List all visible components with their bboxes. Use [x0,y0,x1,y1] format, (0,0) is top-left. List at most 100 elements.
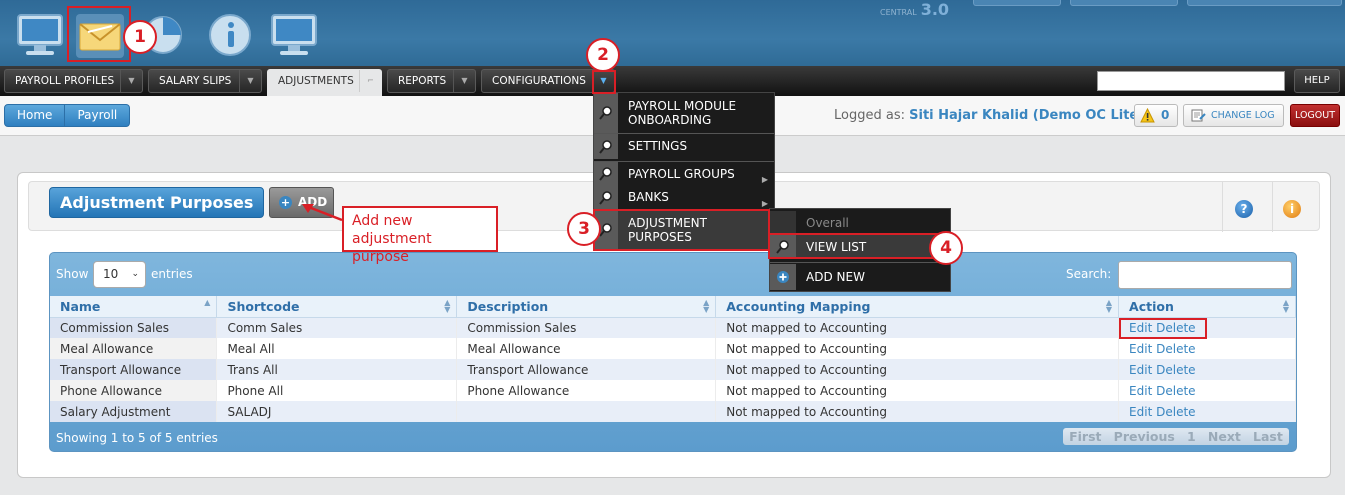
pager-first[interactable]: First [1069,428,1101,445]
tab-adjustments[interactable]: ADJUSTMENTS ⌐ [267,69,382,96]
cell-mapping: Not mapped to Accounting [715,338,1120,359]
cell-action: Edit Delete [1118,338,1296,359]
document-edit-icon [1191,109,1206,122]
cell-name: Commission Sales [50,317,218,338]
column-header-shortcode[interactable]: Shortcode ▲ ▼ [216,296,458,318]
help-button[interactable]: HELP [1294,69,1340,93]
step-badge: 2 [586,38,620,72]
edit-link[interactable]: Edit [1129,363,1152,377]
cell-name: Transport Allowance [50,359,218,380]
tab-reports[interactable]: REPORTS ▼ [387,69,476,93]
table-header-row: Name ▲ Shortcode ▲ ▼ Description ▲ ▼ Accounti… [50,296,1296,318]
info-icon[interactable] [202,7,258,59]
table-row: Commission Sales Comm Sales Commission S… [50,317,1296,338]
table-row: Phone Allowance Phone All Phone Allowanc… [50,380,1296,401]
menu-item-add-new[interactable]: ADD NEW [770,264,950,290]
tab-label: REPORTS [398,75,447,87]
tab-salary-slips[interactable]: SALARY SLIPS ▼ [148,69,262,93]
logout-button[interactable]: LOGOUT [1290,104,1340,127]
menu-item-label: BANKS [628,190,669,204]
pager-last[interactable]: Last [1253,428,1283,445]
delete-link[interactable]: Delete [1156,384,1195,398]
question-icon[interactable]: ? [1235,200,1253,218]
delete-link[interactable]: Delete [1156,405,1195,419]
cell-action: Edit Delete [1118,359,1296,380]
nav-search-input[interactable] [1097,71,1285,91]
sort-asc-icon: ▲ [204,298,211,307]
change-log-button[interactable]: CHANGE LOG [1183,104,1284,127]
pager-page[interactable]: 1 [1187,428,1196,445]
search-label: Search: [1066,267,1112,281]
header-button[interactable] [1070,0,1178,6]
delete-link[interactable]: Delete [1156,363,1195,377]
warning-button[interactable]: 0 [1134,104,1178,127]
tab-label: SALARY SLIPS [159,75,232,87]
breadcrumb-home[interactable]: Home [4,104,66,127]
cell-action: Edit Delete [1118,380,1296,401]
column-header-accounting-mapping[interactable]: Accounting Mapping ▲ ▼ [715,296,1120,318]
cell-description: Phone Allowance [456,380,717,401]
warning-count: 0 [1161,108,1170,122]
show-label: Show [56,267,89,281]
menu-item-label: PAYROLL MODULE ONBOARDING [628,99,737,127]
cell-mapping: Not mapped to Accounting [715,359,1120,380]
magnifier-icon [594,134,618,159]
edit-link[interactable]: Edit [1129,384,1152,398]
table-info: Showing 1 to 5 of 5 entries [56,431,218,445]
annotation-callout: Add new adjustment purpose [342,206,498,265]
chevron-down-icon[interactable]: ▼ [120,70,142,92]
column-header-description[interactable]: Description ▲ ▼ [456,296,717,318]
header-button[interactable] [1187,0,1342,6]
monitor-icon[interactable] [266,7,322,59]
breadcrumb: Home Payroll [4,104,131,127]
chevron-down-icon[interactable]: ▼ [453,70,475,92]
user-name[interactable]: Siti Hajar Khalid (Demo OC Lite) [909,108,1144,123]
table-search-input[interactable] [1118,261,1292,289]
magnifier-icon [594,162,618,186]
highlight-envelope [67,6,131,62]
delete-link[interactable]: Delete [1156,342,1195,356]
page-title: Adjustment Purposes [49,187,265,218]
cell-name: Phone Allowance [50,380,218,401]
tab-label: ADJUSTMENTS [278,75,354,87]
highlight-adjustment-purposes [593,209,770,251]
menu-item-banks[interactable]: BANKS ▶ [594,186,774,209]
submenu-header-label: Overall [806,216,849,230]
cell-mapping: Not mapped to Accounting [715,380,1120,401]
breadcrumb-payroll[interactable]: Payroll [65,104,131,127]
edit-link[interactable]: Edit [1129,405,1152,419]
cell-description: Meal Allowance [456,338,717,359]
top-header: CENTRAL 3.0 [0,0,1345,66]
column-header-action[interactable]: Action ▲ ▼ [1118,296,1296,318]
table-row: Transport Allowance Trans All Transport … [50,359,1296,380]
sort-icon: ▲ ▼ [1282,298,1289,314]
chevron-down-icon[interactable]: ⌐ [359,70,381,92]
tab-payroll-profiles[interactable]: PAYROLL PROFILES ▼ [4,69,143,93]
pager-previous[interactable]: Previous [1114,428,1175,445]
pager-next[interactable]: Next [1208,428,1241,445]
chevron-down-icon[interactable]: ▼ [239,70,261,92]
menu-item-payroll-module-onboarding[interactable]: PAYROLL MODULE ONBOARDING [594,93,774,133]
edit-link[interactable]: Edit [1129,342,1152,356]
monitor-icon[interactable] [12,7,68,59]
step-badge: 4 [929,231,963,265]
arrow-icon [302,204,343,222]
highlight-config-arrow [592,70,616,94]
page-size-value: 10 [103,267,119,281]
menu-item-settings[interactable]: SETTINGS [594,134,774,159]
version-label: CENTRAL 3.0 [880,0,950,19]
cell-description: Commission Sales [456,317,717,338]
divider [1222,182,1223,232]
info-icon[interactable]: i [1283,200,1301,218]
column-header-name[interactable]: Name ▲ [50,296,218,318]
menu-item-label: SETTINGS [628,139,688,153]
page-size-select[interactable]: 10 ⌄ [93,261,146,288]
change-log-label: CHANGE LOG [1211,110,1275,121]
warning-icon [1140,108,1155,123]
menu-item-label: ADD NEW [806,270,865,284]
cell-description: Transport Allowance [456,359,717,380]
header-button[interactable] [973,0,1061,6]
cell-name: Salary Adjustment [50,401,218,422]
menu-item-payroll-groups[interactable]: PAYROLL GROUPS ▶ [594,162,774,186]
magnifier-icon [594,93,618,133]
